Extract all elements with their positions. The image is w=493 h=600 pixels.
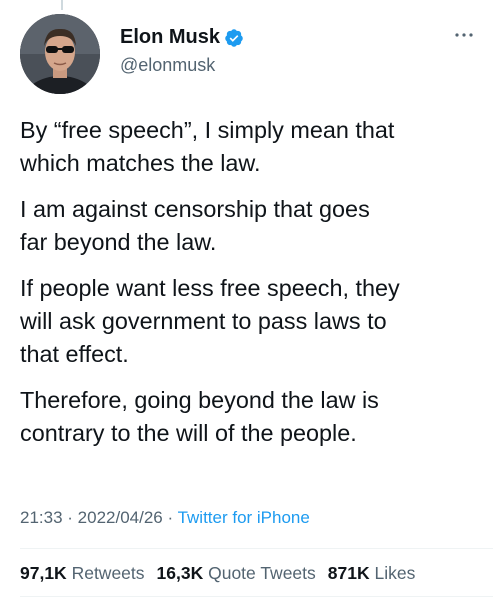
divider xyxy=(20,548,493,549)
quote-tweets-stat[interactable]: 16,3K Quote Tweets xyxy=(157,563,316,584)
tweet-paragraph: I am against censorship that goes far be… xyxy=(20,196,370,255)
verified-badge-icon xyxy=(224,28,244,48)
divider xyxy=(20,596,493,597)
retweets-stat[interactable]: 97,1K Retweets xyxy=(20,563,145,584)
tweet-metadata: 21:33 · 2022/04/26 · Twitter for iPhone xyxy=(20,508,310,528)
meta-separator: · xyxy=(62,508,78,527)
tweet-text: By “free speech”, I simply mean that whi… xyxy=(20,114,475,463)
quote-tweets-label: Quote Tweets xyxy=(208,563,316,583)
meta-separator: · xyxy=(162,508,178,527)
quote-tweets-count: 16,3K xyxy=(156,563,204,583)
author-display-name[interactable]: Elon Musk xyxy=(120,26,220,49)
tweet-time[interactable]: 21:33 xyxy=(20,508,63,527)
more-icon[interactable] xyxy=(453,30,475,40)
retweets-count: 97,1K xyxy=(20,563,67,583)
author-name-row[interactable]: Elon Musk xyxy=(120,26,244,49)
tweet-source-link[interactable]: Twitter for iPhone xyxy=(178,508,310,527)
avatar-image xyxy=(20,14,100,94)
likes-stat[interactable]: 871K Likes xyxy=(328,563,416,584)
engagement-stats: 97,1K Retweets 16,3K Quote Tweets 871K L… xyxy=(20,563,427,584)
retweets-label: Retweets xyxy=(71,563,145,583)
thread-connector-line xyxy=(61,0,63,10)
likes-label: Likes xyxy=(374,563,416,583)
tweet-paragraph: If people want less free speech, they wi… xyxy=(20,275,400,367)
likes-count: 871K xyxy=(327,563,370,583)
tweet-paragraph: By “free speech”, I simply mean that whi… xyxy=(20,117,395,176)
tweet-date[interactable]: 2022/04/26 xyxy=(78,508,163,527)
author-handle[interactable]: @elonmusk xyxy=(120,55,215,76)
avatar[interactable] xyxy=(20,14,100,94)
tweet-header: Elon Musk @elonmusk xyxy=(20,14,475,94)
tweet-paragraph: Therefore, going beyond the law is contr… xyxy=(20,387,379,446)
